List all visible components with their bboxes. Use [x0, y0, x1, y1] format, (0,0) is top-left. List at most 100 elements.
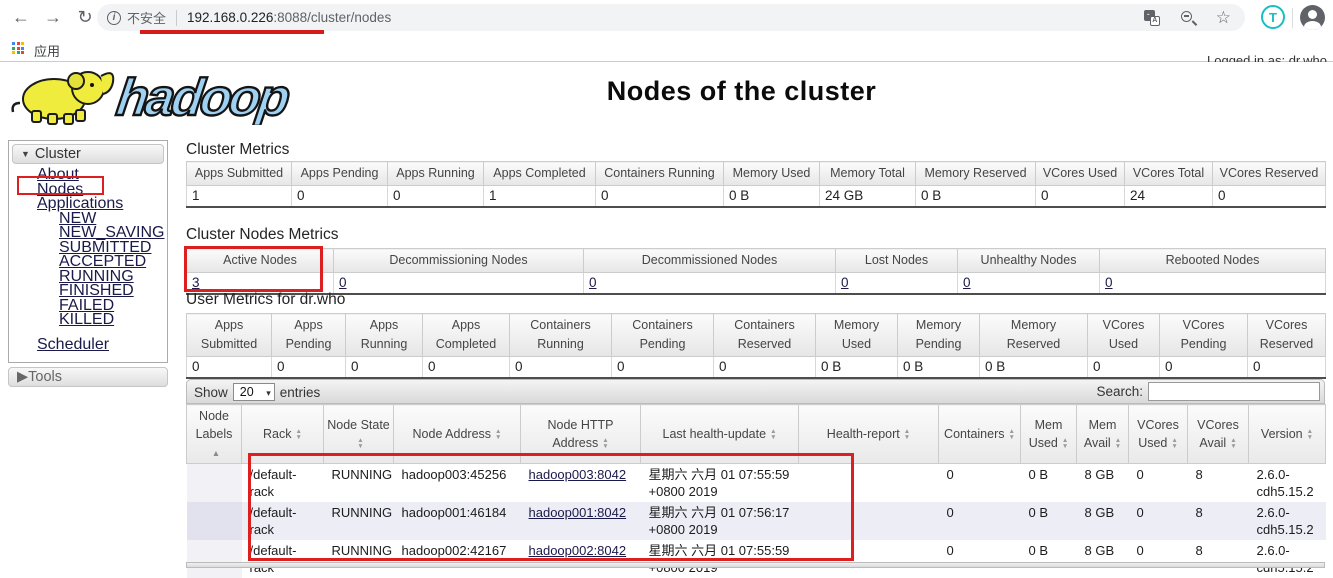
chevron-down-icon: ▼ — [21, 149, 30, 159]
entries-label: entries — [280, 385, 321, 400]
section-title-user-metrics: User Metrics for dr.who — [186, 291, 345, 309]
sort-icon — [904, 429, 910, 441]
cell-mem-avail: 8 GB — [1077, 502, 1129, 540]
reload-icon[interactable]: ↻ — [72, 4, 98, 30]
metric-value: 0 — [292, 185, 388, 207]
cell-mem-used: 0 B — [1021, 540, 1077, 578]
metric-value: 24 — [1125, 185, 1213, 207]
col-header: Apps Running — [388, 162, 484, 186]
col-header: Memory Reserved — [980, 314, 1088, 357]
sort-icon — [296, 429, 302, 441]
sort-icon — [1171, 438, 1177, 450]
cell-mem-used: 0 B — [1021, 502, 1077, 540]
col-header: Apps Running — [346, 314, 423, 357]
col-header: Apps Pending — [272, 314, 346, 357]
sort-icon — [1009, 429, 1015, 441]
apps-grid-icon[interactable] — [12, 42, 25, 55]
sidebar-item-killed[interactable]: KILLED — [9, 313, 167, 328]
col-header: Apps Submitted — [187, 314, 272, 357]
col-header: Containers Running — [596, 162, 724, 186]
search-input[interactable] — [1148, 382, 1320, 401]
cell-vcores-used: 0 — [1129, 540, 1188, 578]
decommissioned-nodes-link[interactable]: 0 — [589, 275, 597, 290]
col-header: Containers Running — [510, 314, 612, 357]
metric-value: 0 B — [898, 356, 980, 378]
cell-containers: 0 — [939, 540, 1021, 578]
metric-value: 0 — [584, 272, 836, 294]
site-security-info[interactable]: i 不安全 — [107, 8, 166, 27]
zoom-out-icon[interactable] — [1180, 10, 1196, 26]
col-header: Memory Used — [816, 314, 898, 357]
profile-avatar[interactable] — [1300, 5, 1325, 30]
sort-icon — [1307, 429, 1313, 441]
extension-icon[interactable]: T — [1261, 5, 1285, 29]
lost-nodes-link[interactable]: 0 — [841, 275, 849, 290]
cell-node-labels — [187, 464, 242, 503]
rebooted-nodes-link[interactable]: 0 — [1105, 275, 1113, 290]
annotation-url-underline — [140, 30, 324, 34]
metric-value: 0 — [1036, 185, 1125, 207]
unhealthy-nodes-link[interactable]: 0 — [963, 275, 971, 290]
col-header: Memory Total — [820, 162, 916, 186]
cell-vcores-avail: 8 — [1188, 464, 1249, 503]
metric-value: 0 — [714, 356, 816, 378]
address-bar[interactable]: i 不安全 192.168.0.226:8088/cluster/nodes A… — [97, 4, 1245, 31]
col-header: Apps Completed — [423, 314, 510, 357]
metric-value: 0 — [1088, 356, 1160, 378]
col-header: Decommissioning Nodes — [334, 249, 584, 273]
sidebar-cluster-header[interactable]: ▼Cluster — [12, 144, 164, 164]
search-label: Search: — [1096, 384, 1143, 399]
cell-version: 2.6.0-cdh5.15.2 — [1249, 502, 1326, 540]
bookmark-star-icon[interactable]: ☆ — [1216, 10, 1231, 26]
translate-icon[interactable]: A — [1144, 10, 1160, 26]
metric-value: 0 — [836, 272, 958, 294]
col-header: VCores Used — [1036, 162, 1125, 186]
col-header-vcores-used[interactable]: VCores Used — [1129, 405, 1188, 464]
col-header-mem-avail[interactable]: Mem Avail — [1077, 405, 1129, 464]
forward-icon[interactable]: → — [40, 4, 66, 30]
user-metrics-table: Apps Submitted Apps Pending Apps Running… — [186, 313, 1326, 379]
col-header-mem-used[interactable]: Mem Used — [1021, 405, 1077, 464]
metric-value: 0 — [334, 272, 584, 294]
col-header: VCores Total — [1125, 162, 1213, 186]
col-header: Memory Pending — [898, 314, 980, 357]
col-header: VCores Pending — [1160, 314, 1248, 357]
sort-icon — [495, 429, 501, 441]
col-header-containers[interactable]: Containers — [939, 405, 1021, 464]
section-title-cluster-metrics: Cluster Metrics — [186, 141, 289, 159]
cell-vcores-avail: 8 — [1188, 540, 1249, 578]
section-title-cluster-nodes-metrics: Cluster Nodes Metrics — [186, 226, 338, 244]
metric-value: 0 B — [816, 356, 898, 378]
annotation-rows-box — [248, 453, 854, 561]
cell-mem-avail: 8 GB — [1077, 464, 1129, 503]
metric-value: 1 — [484, 185, 596, 207]
apps-label[interactable]: 应用 — [34, 41, 60, 60]
col-header-node-labels[interactable]: Node Labels — [187, 405, 242, 464]
divider — [176, 10, 177, 26]
col-header-vcores-avail[interactable]: VCores Avail — [1188, 405, 1249, 464]
metric-value: 0 B — [724, 185, 820, 207]
col-header: Lost Nodes — [836, 249, 958, 273]
metric-value: 0 — [1160, 356, 1248, 378]
sidebar-item-scheduler[interactable]: Scheduler — [9, 338, 167, 353]
divider — [0, 61, 1333, 62]
cell-node-labels — [187, 540, 242, 578]
cell-version: 2.6.0-cdh5.15.2 — [1249, 540, 1326, 578]
cluster-metrics-table: Apps Submitted Apps Pending Apps Running… — [186, 161, 1326, 208]
cell-containers: 0 — [939, 502, 1021, 540]
col-header: Unhealthy Nodes — [958, 249, 1100, 273]
metric-value: 0 — [187, 356, 272, 378]
sidebar-tools-header[interactable]: ▶Tools — [8, 367, 168, 387]
table-footer-bar — [186, 562, 1325, 568]
url-text[interactable]: 192.168.0.226:8088/cluster/nodes — [187, 10, 391, 25]
metric-value: 0 B — [916, 185, 1036, 207]
page-size-select[interactable]: 20 — [233, 383, 275, 401]
col-header: Containers Pending — [612, 314, 714, 357]
decommissioning-nodes-link[interactable]: 0 — [339, 275, 347, 290]
back-icon[interactable]: ← — [8, 4, 34, 30]
col-header: Containers Reserved — [714, 314, 816, 357]
metric-value: 1 — [187, 185, 292, 207]
col-header: Memory Reserved — [916, 162, 1036, 186]
col-header-version[interactable]: Version — [1249, 405, 1326, 464]
metric-value: 0 — [388, 185, 484, 207]
